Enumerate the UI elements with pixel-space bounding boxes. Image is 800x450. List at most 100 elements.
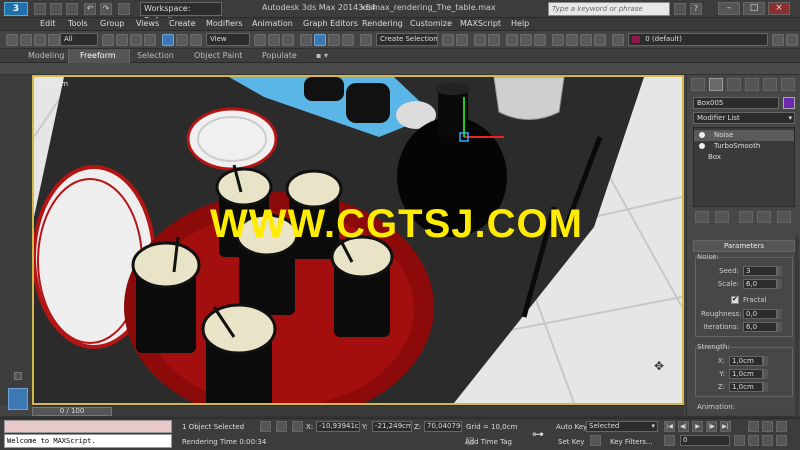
mini-listener-icon[interactable] <box>8 388 28 410</box>
set-key-filter-icon[interactable] <box>590 435 601 446</box>
absolute-mode-icon[interactable] <box>292 421 303 432</box>
go-to-end-icon[interactable]: ▶| <box>720 421 731 432</box>
layer-select[interactable]: 0 (default) <box>628 33 768 46</box>
menu-rendering[interactable]: Rendering <box>362 19 403 28</box>
mirror-icon[interactable] <box>442 34 454 46</box>
reference-coordinate-select[interactable]: View <box>206 33 250 46</box>
tab-freeform[interactable]: Freeform <box>80 51 116 60</box>
key-icon[interactable]: ⊶ <box>532 427 544 441</box>
key-mode-toggle-icon[interactable] <box>664 435 675 446</box>
search-icon[interactable] <box>674 3 686 15</box>
maximize-icon[interactable]: □ <box>743 2 765 15</box>
close-icon[interactable]: × <box>768 2 790 15</box>
menu-maxscript[interactable]: MAXScript <box>460 19 501 28</box>
keyboard-shortcut-icon[interactable] <box>282 34 294 46</box>
snap-toggle-icon[interactable] <box>300 34 312 46</box>
command-panel-scrollbar[interactable] <box>795 235 799 415</box>
curve-editor-icon[interactable] <box>520 34 532 46</box>
parameters-rollout-header[interactable]: Parameters <box>693 240 795 252</box>
strength-z-spinner[interactable]: 1,0cm <box>729 382 763 392</box>
redo-icon[interactable]: ↷ <box>100 3 112 15</box>
percent-snap-icon[interactable] <box>328 34 340 46</box>
project-folder-icon[interactable] <box>118 3 130 15</box>
undo-icon[interactable]: ↶ <box>84 3 96 15</box>
menu-customize[interactable]: Customize <box>410 19 452 28</box>
menu-modifiers[interactable]: Modifiers <box>206 19 243 28</box>
modifier-list-select[interactable]: Modifier List ▾ <box>693 112 795 124</box>
named-selection-select[interactable]: Create Selection Se <box>376 33 438 46</box>
render-setup-icon[interactable] <box>566 34 578 46</box>
layer-explorer-icon[interactable] <box>488 34 500 46</box>
roughness-spinner[interactable]: 0,0 <box>743 309 777 319</box>
search-input[interactable]: Type a keyword or phrase <box>548 2 670 16</box>
menu-animation[interactable]: Animation <box>252 19 293 28</box>
modify-tab-icon[interactable] <box>709 78 723 91</box>
maxscript-output-field[interactable] <box>4 420 172 433</box>
set-key-button[interactable]: Set Key <box>558 438 584 446</box>
x-coord-field[interactable]: -10,93941c <box>316 421 360 432</box>
track-view-toggle-icon[interactable] <box>14 372 22 380</box>
align-icon[interactable] <box>456 34 468 46</box>
pin-stack-icon[interactable] <box>695 211 709 223</box>
lightbulb-icon[interactable] <box>699 143 705 149</box>
create-layer-icon[interactable] <box>772 34 784 46</box>
select-by-name-icon[interactable] <box>116 34 128 46</box>
isolate-selection-icon[interactable] <box>260 421 271 432</box>
show-end-result-icon[interactable] <box>715 211 729 223</box>
camera-viewport[interactable]: [+][Cam WWW.CGTSJ.COM ✥ <box>32 75 684 405</box>
utilities-tab-icon[interactable] <box>781 78 795 91</box>
current-frame-field[interactable]: 0 <box>680 435 730 446</box>
iterations-spinner-arrows[interactable] <box>777 322 782 332</box>
app-logo-icon[interactable]: 3 <box>4 2 28 16</box>
tab-modeling[interactable]: Modeling <box>28 51 64 60</box>
add-time-tag-button[interactable]: Add Time Tag <box>465 438 512 446</box>
zoom-all-icon[interactable] <box>762 421 773 432</box>
strength-y-spinner[interactable]: 1,0cm <box>729 369 763 379</box>
motion-tab-icon[interactable] <box>745 78 759 91</box>
workspace-select[interactable]: Workspace: Default <box>140 2 222 25</box>
menu-group[interactable]: Group <box>100 19 124 28</box>
iterations-spinner[interactable]: 6,0 <box>743 322 777 332</box>
minimize-icon[interactable]: – <box>718 2 740 15</box>
menu-edit[interactable]: Edit <box>40 19 56 28</box>
time-slider-thumb[interactable]: 0 / 100 <box>32 407 112 416</box>
select-rotate-icon[interactable] <box>176 34 188 46</box>
previous-frame-icon[interactable]: ◀| <box>678 421 689 432</box>
display-tab-icon[interactable] <box>763 78 777 91</box>
stack-item-turbosmooth[interactable]: TurboSmooth <box>694 141 794 152</box>
unlink-icon[interactable] <box>48 34 60 46</box>
undo-icon[interactable] <box>6 34 18 46</box>
add-to-layer-icon[interactable] <box>786 34 798 46</box>
seed-spinner[interactable]: 3 <box>743 266 777 276</box>
maxscript-listener-input[interactable]: Welcome to MAXScript. <box>4 434 172 448</box>
make-unique-icon[interactable] <box>739 211 753 223</box>
tab-selection[interactable]: Selection <box>137 51 174 60</box>
menu-views[interactable]: Views <box>136 19 159 28</box>
zoom-icon[interactable] <box>748 421 759 432</box>
stack-item-box[interactable]: Box <box>694 152 794 163</box>
auto-key-button[interactable]: Auto Key <box>556 423 587 431</box>
select-scale-icon[interactable] <box>190 34 202 46</box>
lightbulb-icon[interactable] <box>699 132 705 138</box>
manage-layers-icon[interactable] <box>612 34 624 46</box>
seed-spinner-arrows[interactable] <box>777 266 782 276</box>
z-coord-field[interactable]: 70,04079c <box>424 421 462 432</box>
help-icon[interactable]: ? <box>690 3 702 15</box>
strength-x-spinner-arrows[interactable] <box>763 356 768 366</box>
save-file-icon[interactable] <box>66 3 78 15</box>
redo-icon[interactable] <box>20 34 32 46</box>
new-scene-icon[interactable] <box>34 3 46 15</box>
go-to-start-icon[interactable]: |◀ <box>664 421 675 432</box>
edit-named-selection-icon[interactable] <box>360 34 372 46</box>
key-mode-select[interactable]: Selected ▾ <box>586 421 658 432</box>
selection-lock-icon[interactable] <box>276 421 287 432</box>
tab-populate[interactable]: Populate <box>262 51 297 60</box>
fractal-checkbox[interactable] <box>731 295 739 304</box>
select-object-icon[interactable] <box>102 34 114 46</box>
field-of-view-icon[interactable] <box>748 435 759 446</box>
render-production-icon[interactable] <box>594 34 606 46</box>
ribbon-options-icon[interactable]: ▪ ▾ <box>316 51 328 60</box>
object-color-swatch[interactable] <box>783 97 795 109</box>
orbit-icon[interactable] <box>776 435 787 446</box>
strength-y-spinner-arrows[interactable] <box>763 369 768 379</box>
